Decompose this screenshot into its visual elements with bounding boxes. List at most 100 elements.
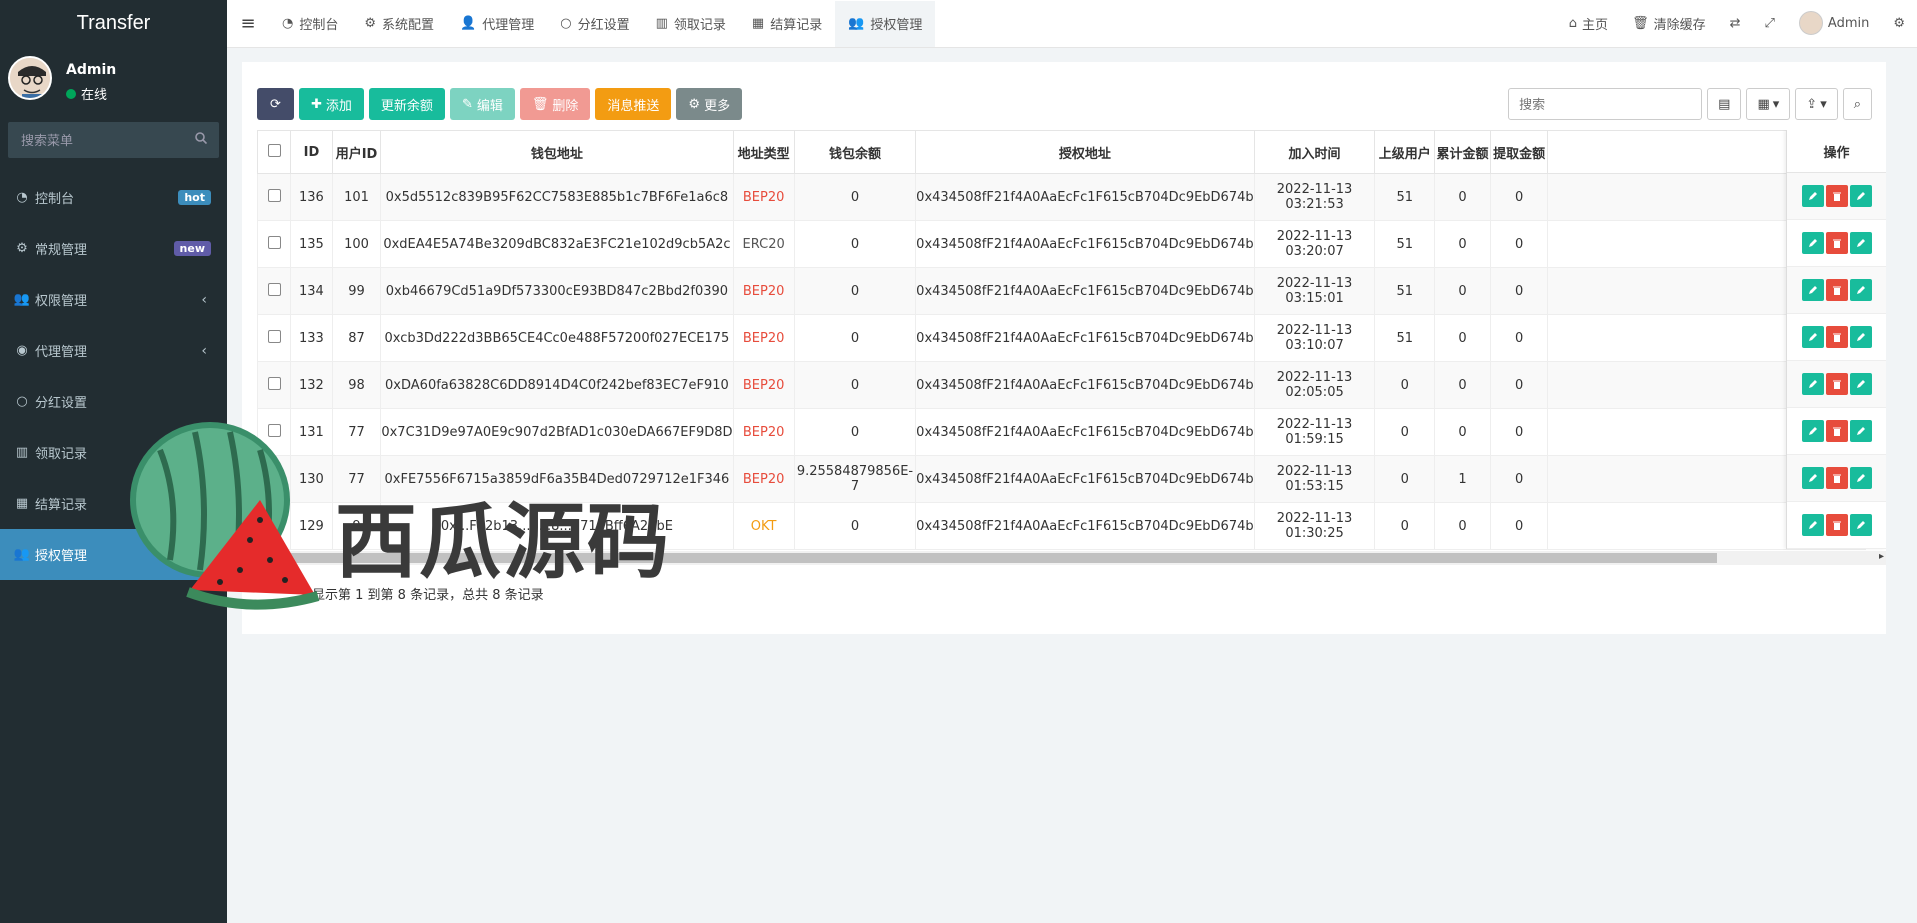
row-edit-button[interactable] [1801, 467, 1824, 489]
row-authorize-button[interactable] [1849, 232, 1872, 254]
row-edit-button[interactable] [1801, 185, 1824, 207]
menu-toggle-icon[interactable]: ≡ [227, 13, 269, 34]
cell-parent: 0 [1374, 455, 1436, 503]
app-logo[interactable]: Transfer [0, 0, 227, 46]
row-edit-button[interactable] [1801, 279, 1824, 301]
menu-search-input[interactable] [8, 122, 219, 158]
cell-parent: 0 [1374, 361, 1436, 409]
row-checkbox[interactable] [267, 470, 281, 484]
clear-cache-link[interactable]: 🗑 清除缓存 [1620, 14, 1718, 33]
row-delete-button[interactable] [1825, 326, 1848, 348]
table-row[interactable]: 132 98 0xDA60fa63828C6DD8914D4C0f242bef83E… [257, 361, 1866, 409]
tab-authorization[interactable]: 👥 授权管理 [835, 0, 936, 47]
col-balance[interactable]: 钱包余额 [793, 130, 917, 174]
row-checkbox[interactable] [267, 188, 281, 202]
table-row[interactable]: 133 87 0xcb3Dd222d3BB65CE4Cc0e488F57200f02… [257, 314, 1866, 362]
cell-time: 2022-11-13 03:10:07 [1253, 314, 1376, 362]
row-checkbox[interactable] [267, 282, 281, 296]
col-auth[interactable]: 授权地址 [915, 130, 1255, 174]
row-authorize-button[interactable] [1849, 326, 1872, 348]
sidebar-item-settlement[interactable]: ▦ 结算记录 [0, 478, 227, 529]
cell-type: BEP20 [732, 408, 795, 456]
row-delete-button[interactable] [1825, 232, 1848, 254]
row-delete-button[interactable] [1825, 373, 1848, 395]
home-link[interactable]: ⌂ 主页 [1557, 14, 1620, 33]
row-delete-button[interactable] [1825, 467, 1848, 489]
export-button[interactable]: ⇪ ▾ [1795, 88, 1838, 120]
user-menu[interactable]: Admin [1787, 11, 1881, 35]
tab-dashboard[interactable]: ◔ 控制台 [269, 1, 351, 47]
sidebar-item-dashboard[interactable]: ◔ 控制台 hot [0, 172, 227, 223]
columns-button[interactable]: ▦ ▾ [1746, 88, 1791, 120]
table-row[interactable]: 130 77 0xFE7556F6715a3859dF6a35B4Ded072971… [257, 455, 1866, 503]
row-edit-button[interactable] [1801, 232, 1824, 254]
advanced-search-button[interactable]: ⌕ [1842, 88, 1872, 120]
row-edit-button[interactable] [1801, 373, 1824, 395]
col-wallet[interactable]: 钱包地址 [380, 130, 734, 174]
user-panel: Admin 在线 [0, 46, 227, 118]
more-button[interactable]: ⚙ 更多 [676, 88, 743, 120]
refresh-button[interactable]: ⟳ [257, 88, 294, 120]
row-checkbox[interactable] [267, 235, 281, 249]
row-authorize-button[interactable] [1849, 185, 1872, 207]
row-edit-button[interactable] [1801, 420, 1824, 442]
col-total[interactable]: 累计金额 [1434, 130, 1491, 174]
row-authorize-button[interactable] [1849, 279, 1872, 301]
update-balance-button[interactable]: 更新余额 [368, 88, 445, 120]
row-delete-button[interactable] [1825, 185, 1848, 207]
col-time[interactable]: 加入时间 [1253, 130, 1376, 174]
row-checkbox[interactable] [267, 517, 281, 531]
table-row[interactable]: 129 9 0x...F12b13...7...8...3714Bff6A27bE O… [257, 502, 1866, 550]
tab-agent[interactable]: 👤 代理管理 [447, 1, 547, 47]
sidebar-item-dividend[interactable]: ○ 分红设置 [0, 376, 227, 427]
language-icon[interactable]: ⇄ [1718, 16, 1753, 31]
tab-claims[interactable]: ▥ 领取记录 [643, 1, 739, 47]
sidebar-item-agent[interactable]: ◉ 代理管理 ‹ [0, 325, 227, 376]
tab-dividend[interactable]: ○ 分红设置 [547, 1, 642, 47]
col-id[interactable]: ID [290, 130, 333, 174]
sidebar-item-authorization[interactable]: 👥 授权管理 [0, 529, 227, 580]
delete-button[interactable]: 🗑 删除 [519, 88, 591, 120]
online-dot-icon [66, 88, 76, 99]
tab-settlement[interactable]: ▦ 结算记录 [739, 1, 835, 47]
table-search-input[interactable] [1508, 88, 1703, 120]
col-parent[interactable]: 上级用户 [1374, 130, 1436, 174]
row-authorize-button[interactable] [1849, 420, 1872, 442]
sidebar-item-permission[interactable]: 👥 权限管理 ‹ [0, 274, 227, 325]
push-message-button[interactable]: 消息推送 [595, 88, 672, 120]
table-row[interactable]: 134 99 0xb46679Cd51a9Df573300cE93BD847c2Bb… [257, 267, 1866, 315]
search-icon[interactable] [195, 132, 208, 148]
edit-button[interactable]: ✎ 编辑 [449, 88, 515, 120]
row-checkbox[interactable] [267, 329, 281, 343]
cogs-icon[interactable]: ⚙ [1881, 16, 1917, 31]
row-edit-button[interactable] [1801, 514, 1824, 536]
sidebar-item-claims[interactable]: ▥ 领取记录 [0, 427, 227, 478]
table-row[interactable]: 135 100 0xdEA4E5A74Be3209dBC832aE3FC21e102… [257, 220, 1866, 268]
fullscreen-icon[interactable]: ⤢ [1753, 16, 1787, 31]
table-row[interactable]: 131 77 0x7C31D9e97A0E9c907d2BfAD1c030eDA66… [257, 408, 1866, 456]
table-row[interactable]: 136 101 0x5d5512c839B95F62CC7583E885b1c7BF… [257, 173, 1866, 221]
row-select-cell [257, 502, 292, 550]
add-button[interactable]: ✚ 添加 [299, 88, 364, 120]
toggle-view-button[interactable]: ▤ [1707, 88, 1742, 120]
tab-system-config[interactable]: ⚙ 系统配置 [351, 1, 447, 47]
row-delete-button[interactable] [1825, 514, 1848, 536]
row-authorize-button[interactable] [1849, 467, 1872, 489]
row-authorize-button[interactable] [1849, 514, 1872, 536]
col-user-id[interactable]: 用户ID [331, 130, 382, 174]
cell-user-id: 9 [331, 502, 382, 550]
cogs-icon: ⚙ [16, 241, 28, 256]
select-all-checkbox[interactable] [267, 143, 281, 157]
row-delete-button[interactable] [1825, 279, 1848, 301]
row-checkbox[interactable] [267, 423, 281, 437]
row-checkbox[interactable] [267, 376, 281, 390]
col-type[interactable]: 地址类型 [732, 130, 795, 174]
col-withdraw[interactable]: 提取金额 [1489, 130, 1549, 174]
row-edit-button[interactable] [1801, 326, 1824, 348]
scroll-right-icon[interactable]: ▸ [1879, 551, 1884, 562]
scrollbar-thumb[interactable] [257, 553, 1717, 563]
row-delete-button[interactable] [1825, 420, 1848, 442]
sidebar-item-general[interactable]: ⚙ 常规管理 new [0, 223, 227, 274]
horizontal-scrollbar[interactable]: ▸ [257, 551, 1886, 565]
row-authorize-button[interactable] [1849, 373, 1872, 395]
